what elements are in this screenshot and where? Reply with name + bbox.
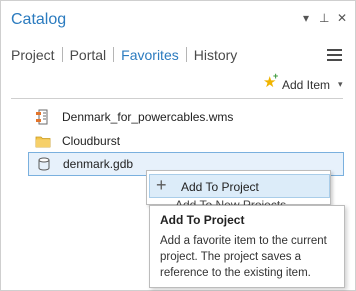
chevron-down-icon: ▾ [338,79,343,89]
tab-favorites[interactable]: Favorites [121,47,179,63]
catalog-pane: Catalog ▾ ⊥ ✕ Project Portal Favorites Hist… [0,0,356,291]
context-menu: + Add To Project Add To New Projects [146,170,331,212]
plus-small-icon: + [273,71,279,81]
folder-icon [35,136,51,148]
tab-separator [61,47,63,62]
catalog-tabs: Project Portal Favorites History [11,47,237,63]
tab-project[interactable]: Project [11,47,55,63]
pane-dropdown-icon[interactable]: ▾ [303,11,309,25]
pane-title-bar: Catalog ▾ ⊥ ✕ [1,1,355,37]
favorite-item-label: Denmark_for_powercables.wms [62,110,234,124]
tooltip-body: Add a favorite item to the current proje… [160,235,327,279]
menu-item-label: Add To Project [181,180,259,194]
divider [11,98,343,99]
favorite-item-label: Cloudburst [62,134,121,148]
menu-icon[interactable] [327,48,342,62]
pane-title: Catalog [11,11,67,28]
tab-portal[interactable]: Portal [70,47,107,63]
favorite-item-wms[interactable]: Denmark_for_powercables.wms [27,106,343,128]
favorite-item-folder[interactable]: Cloudburst [27,130,343,152]
favorite-item-label: denmark.gdb [63,157,134,171]
geodatabase-icon [38,157,50,171]
tooltip-title: Add To Project [160,213,245,227]
pin-icon[interactable]: ⊥ [319,11,329,25]
menu-item-add-to-project[interactable]: + Add To Project [149,174,330,198]
close-icon[interactable]: ✕ [337,11,347,25]
tab-separator [185,47,187,62]
wms-service-icon [36,109,48,125]
tooltip: Add To Project Add a favorite item to th… [149,205,345,288]
add-item-label: Add Item [282,78,331,92]
tab-history[interactable]: History [194,47,238,63]
plus-icon: + [156,175,167,195]
tab-separator [113,47,115,62]
